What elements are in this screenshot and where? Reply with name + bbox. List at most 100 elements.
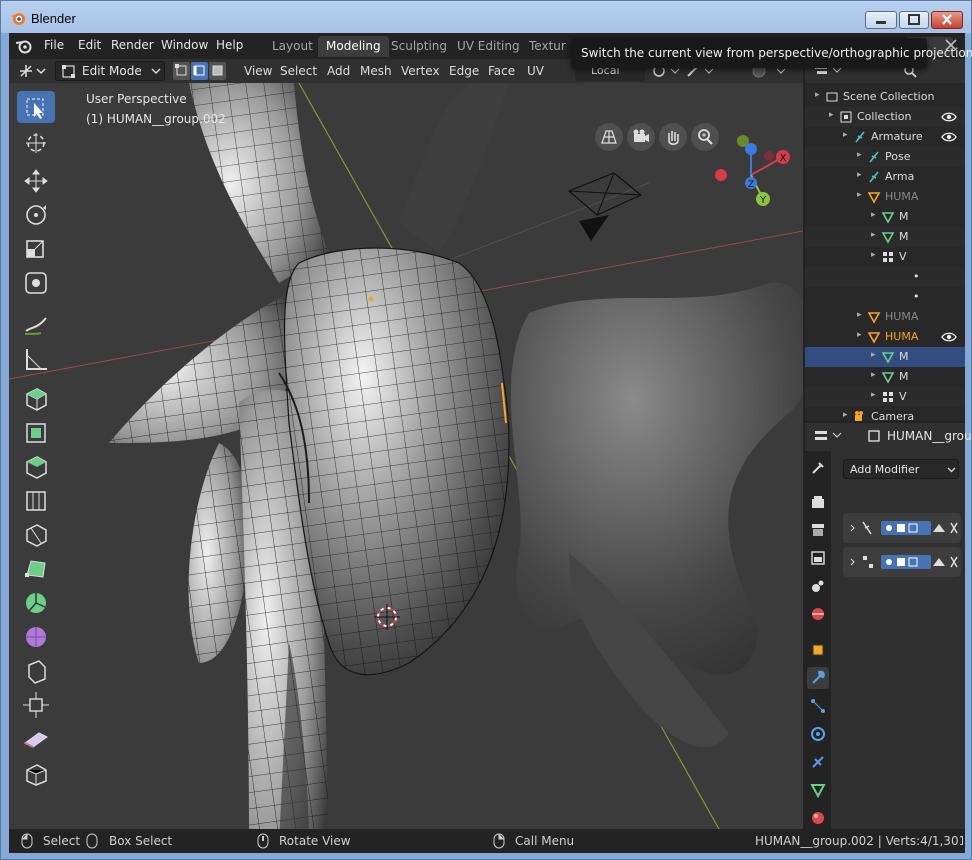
add-modifier-dropdown[interactable]: Add Modifier: [843, 459, 959, 479]
header-menu-vertex[interactable]: Vertex: [401, 64, 440, 78]
header-menu-select[interactable]: Select: [280, 64, 317, 78]
scale-tool[interactable]: [17, 233, 55, 265]
tab-texture[interactable]: Textur: [521, 36, 574, 57]
header-menu-face[interactable]: Face: [488, 64, 515, 78]
select-box-tool[interactable]: [17, 91, 55, 123]
visibility-eye-icon[interactable]: [941, 330, 957, 344]
minimize-button[interactable]: [865, 11, 897, 29]
tab-view-layer-icon[interactable]: [807, 547, 829, 569]
camera-view-icon[interactable]: [627, 123, 655, 151]
armature-modifier-icons[interactable]: [843, 513, 961, 543]
expand-arrow-icon[interactable]: ▸: [857, 170, 862, 180]
expand-arrow-icon[interactable]: ▸: [857, 310, 862, 320]
camera-object[interactable]: [567, 172, 643, 241]
smooth-tool[interactable]: [17, 621, 55, 653]
tab-constraints-icon[interactable]: [807, 751, 829, 773]
tab-physics-icon[interactable]: [807, 723, 829, 745]
outliner-row[interactable]: ▸ HUMA: [805, 307, 965, 327]
header-menu-mesh[interactable]: Mesh: [360, 64, 392, 78]
outliner-row[interactable]: •: [805, 267, 965, 287]
tab-sculpting[interactable]: Sculpting: [383, 36, 455, 57]
tab-data-icon[interactable]: [807, 779, 829, 801]
expand-arrow-icon[interactable]: ▸: [857, 150, 862, 160]
rotate-tool[interactable]: [17, 199, 55, 231]
shear-tool[interactable]: [17, 655, 55, 687]
editor-type-icon[interactable]: [17, 63, 47, 79]
tab-material-icon[interactable]: [807, 807, 829, 829]
menu-render[interactable]: Render: [111, 38, 154, 52]
spin-tool[interactable]: [17, 587, 55, 619]
knife-tool[interactable]: [17, 519, 55, 551]
transform-tool[interactable]: [17, 267, 55, 299]
outliner-row[interactable]: ▸ Armature: [805, 127, 965, 147]
window-titlebar[interactable]: Blender: [1, 1, 971, 33]
expand-arrow-icon[interactable]: ▸: [843, 410, 848, 420]
outliner-panel[interactable]: ▸ Scene Collection ▸ Collection ▸ Armature ▸ Po…: [805, 59, 965, 423]
outliner-row[interactable]: ▸ M: [805, 367, 965, 387]
visibility-eye-icon[interactable]: [941, 110, 957, 124]
expand-arrow-icon[interactable]: ▸: [857, 330, 862, 340]
expand-arrow-icon[interactable]: ▸: [857, 190, 862, 200]
expand-arrow-icon[interactable]: ▸: [871, 350, 876, 360]
move-tool[interactable]: [17, 165, 55, 197]
poly-build-tool[interactable]: [17, 553, 55, 585]
header-menu-edge[interactable]: Edge: [449, 64, 479, 78]
expand-arrow-icon[interactable]: ▸: [815, 90, 820, 100]
tab-world-icon[interactable]: [807, 603, 829, 625]
annotate-tool[interactable]: [17, 309, 55, 341]
outliner-row[interactable]: ▸ M: [805, 227, 965, 247]
mode-dropdown[interactable]: Edit Mode: [55, 61, 165, 81]
face-select-button[interactable]: [209, 62, 226, 80]
armature-modifier-panel[interactable]: [843, 513, 961, 543]
menu-help[interactable]: Help: [216, 38, 243, 52]
tab-modeling[interactable]: Modeling: [318, 36, 389, 57]
rip-region-tool[interactable]: [17, 757, 55, 789]
toggle-perspective-button[interactable]: [595, 123, 623, 151]
expand-arrow-icon[interactable]: ▸: [871, 370, 876, 380]
outliner-row[interactable]: ▸ HUMA: [805, 327, 965, 347]
edge-select-button[interactable]: [191, 62, 208, 80]
maximize-button[interactable]: [899, 11, 929, 29]
tab-tool-icon[interactable]: [807, 457, 829, 479]
vertex-weight-modifier-panel[interactable]: [843, 547, 961, 577]
outliner-row[interactable]: ▸ V: [805, 387, 965, 407]
viewport-scene[interactable]: [9, 83, 803, 829]
header-menu-uv[interactable]: UV: [527, 64, 544, 78]
outliner-row[interactable]: ▸ Pose: [805, 147, 965, 167]
pan-view-icon[interactable]: [659, 123, 687, 151]
outliner-row[interactable]: ▸ M: [805, 347, 965, 367]
tab-render-icon[interactable]: [807, 491, 829, 513]
tab-layout[interactable]: Layout: [264, 36, 321, 57]
add-cube-tool[interactable]: [17, 383, 55, 415]
outliner-row[interactable]: ▸ M: [805, 207, 965, 227]
cursor-tool[interactable]: [17, 127, 55, 159]
expand-arrow-icon[interactable]: ▸: [871, 250, 876, 260]
tab-particles-icon[interactable]: [807, 695, 829, 717]
outliner-row[interactable]: ▸ Scene Collection: [805, 87, 965, 107]
outliner-row[interactable]: ▸ Collection: [805, 107, 965, 127]
outliner-row[interactable]: •: [805, 287, 965, 307]
close-button[interactable]: [931, 11, 963, 29]
properties-editor-icon[interactable]: [813, 429, 843, 443]
measure-tool[interactable]: [17, 343, 55, 375]
blender-menu-icon[interactable]: [15, 38, 33, 54]
vertex-select-button[interactable]: [173, 62, 190, 80]
tab-object-icon[interactable]: [807, 639, 829, 661]
header-menu-view[interactable]: View: [244, 64, 272, 78]
navigation-gizmo[interactable]: X Y Z: [707, 125, 799, 209]
edge-slide-tool[interactable]: [17, 723, 55, 755]
tab-scene-icon[interactable]: [807, 575, 829, 597]
visibility-eye-icon[interactable]: [941, 130, 957, 144]
tab-output-icon[interactable]: [807, 519, 829, 541]
outliner-row[interactable]: ▸ Arma: [805, 167, 965, 187]
expand-arrow-icon[interactable]: ▸: [829, 110, 834, 120]
loop-cut-tool[interactable]: [17, 485, 55, 517]
properties-panel[interactable]: HUMAN__group.0 Add Modifier: [805, 423, 972, 829]
outliner-row[interactable]: ▸ V: [805, 247, 965, 267]
tab-modifiers-icon[interactable]: [807, 667, 829, 689]
outliner-row[interactable]: ▸ HUMA: [805, 187, 965, 207]
expand-arrow-icon[interactable]: ▸: [871, 230, 876, 240]
header-menu-add[interactable]: Add: [327, 64, 350, 78]
vertex-weight-modifier-icons[interactable]: [843, 547, 961, 577]
menu-file[interactable]: File: [44, 38, 64, 52]
